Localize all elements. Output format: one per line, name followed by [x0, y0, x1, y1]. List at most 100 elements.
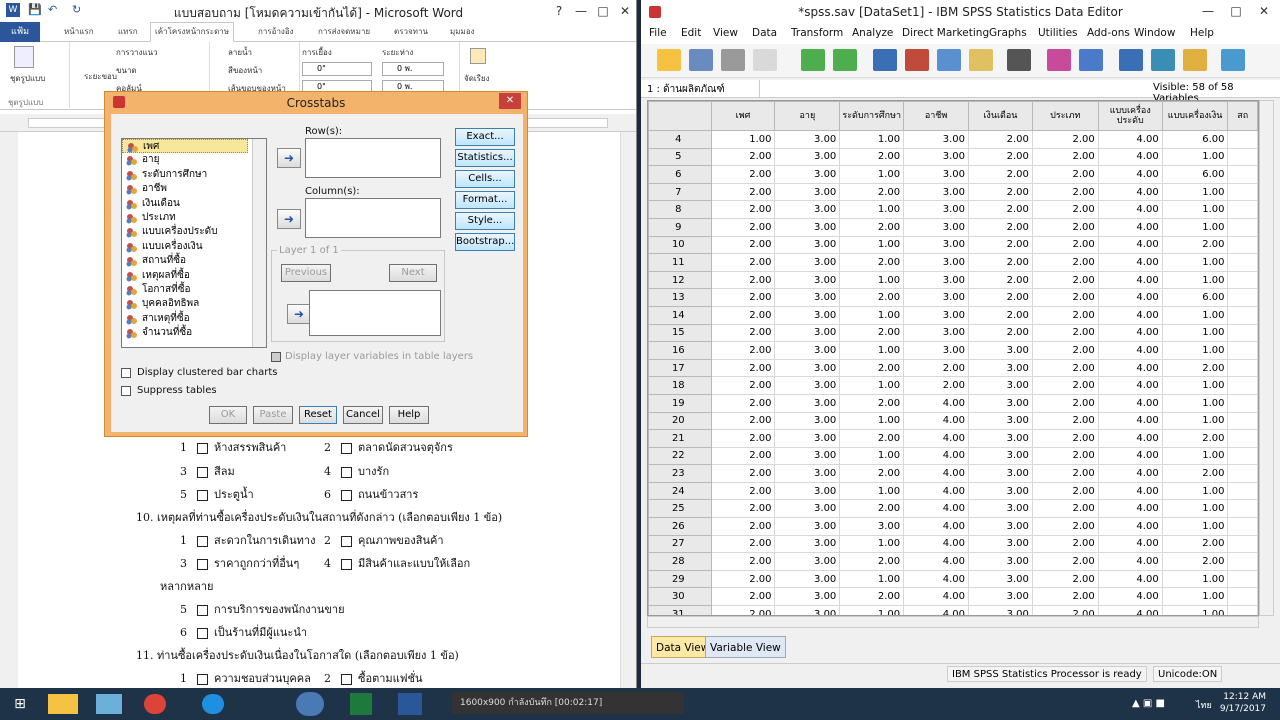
- row-number[interactable]: 5: [648, 147, 712, 167]
- data-cell[interactable]: 4.00: [1097, 288, 1163, 307]
- data-cell[interactable]: [1227, 305, 1258, 325]
- data-cell[interactable]: 3.00: [967, 341, 1033, 360]
- data-cell[interactable]: 4.00: [1097, 270, 1163, 290]
- row-number[interactable]: 11: [648, 253, 712, 272]
- data-cell[interactable]: 2.00: [1031, 411, 1099, 431]
- data-cell[interactable]: 1.00: [1161, 341, 1229, 360]
- data-cell[interactable]: 1.00: [839, 235, 905, 255]
- data-cell[interactable]: 2.00: [839, 288, 905, 307]
- data-cell[interactable]: 4.00: [1097, 323, 1163, 343]
- data-cell[interactable]: 1.00: [1161, 200, 1229, 219]
- data-cell[interactable]: [1227, 393, 1258, 413]
- data-cell[interactable]: 2.00: [967, 217, 1033, 237]
- columns-box[interactable]: [305, 198, 441, 238]
- open-icon[interactable]: [657, 49, 681, 71]
- data-cell[interactable]: 2.00: [1031, 323, 1099, 343]
- data-cell[interactable]: 2.00: [839, 358, 905, 378]
- data-cell[interactable]: 2.00: [710, 200, 776, 219]
- data-cell[interactable]: 3.00: [967, 446, 1033, 466]
- data-cell[interactable]: 2.00: [710, 253, 776, 272]
- data-cell[interactable]: 3.00: [774, 165, 841, 184]
- paste-button[interactable]: Paste: [253, 406, 293, 424]
- data-cell[interactable]: [1227, 605, 1258, 615]
- data-cell[interactable]: 2.00: [1031, 270, 1099, 290]
- variable-list-scrollbar[interactable]: [252, 139, 266, 347]
- data-cell[interactable]: 3.00: [774, 393, 841, 413]
- data-cell[interactable]: 2.00: [967, 147, 1033, 167]
- data-cell[interactable]: 3.00: [774, 305, 841, 325]
- table-row[interactable]: 19 2.00 3.00 2.00 4.00 3.00 2.00 4.00 1.00: [648, 393, 1258, 413]
- menu-window[interactable]: Window: [1134, 27, 1175, 39]
- data-grid[interactable]: เพศ อายุ ระดับการศึกษา อาชีพ เงินเดือน ประเภท…: [647, 100, 1259, 616]
- data-cell[interactable]: 3.00: [903, 235, 969, 255]
- data-cell[interactable]: 4.00: [1097, 253, 1163, 272]
- data-cell[interactable]: 4.00: [1097, 411, 1163, 431]
- data-cell[interactable]: 2.00: [839, 464, 905, 483]
- data-cell[interactable]: 4.00: [903, 446, 969, 466]
- file-explorer-icon[interactable]: [48, 694, 78, 714]
- data-cell[interactable]: 2.00: [710, 341, 776, 360]
- data-cell[interactable]: 2.00: [839, 253, 905, 272]
- data-cell[interactable]: 2.00: [1161, 534, 1229, 554]
- checkbox[interactable]: [341, 673, 352, 685]
- data-cell[interactable]: 2.00: [1161, 464, 1229, 483]
- column-header[interactable]: แบบเครื่องประดับ: [1097, 101, 1163, 131]
- data-cell[interactable]: [1227, 429, 1258, 448]
- data-cell[interactable]: 4.00: [1097, 376, 1163, 395]
- data-cell[interactable]: 3.00: [903, 305, 969, 325]
- data-cell[interactable]: [1227, 147, 1258, 167]
- checkbox[interactable]: [197, 673, 208, 685]
- row-number[interactable]: 22: [648, 446, 712, 466]
- data-cell[interactable]: 3.00: [967, 358, 1033, 378]
- split-file-icon[interactable]: [1119, 49, 1143, 71]
- data-cell[interactable]: 2.00: [839, 587, 905, 607]
- data-cell[interactable]: 2.00: [710, 376, 776, 395]
- checkbox[interactable]: [197, 535, 208, 547]
- data-cell[interactable]: [1227, 534, 1258, 554]
- data-cell[interactable]: 2.00: [710, 552, 776, 571]
- data-cell[interactable]: 2.00: [1161, 235, 1229, 255]
- clock[interactable]: 12:12 AM 9/17/2017: [1220, 691, 1266, 715]
- grid-horizontal-scrollbar[interactable]: [647, 616, 1259, 628]
- row-number[interactable]: 25: [648, 499, 712, 519]
- data-cell[interactable]: 3.00: [967, 517, 1033, 536]
- spss-taskbar-icon[interactable]: [296, 692, 324, 716]
- data-cell[interactable]: 3.00: [903, 165, 969, 184]
- data-cell[interactable]: 3.00: [774, 235, 841, 255]
- data-cell[interactable]: 1.00: [839, 200, 905, 219]
- data-cell[interactable]: 2.00: [710, 305, 776, 325]
- data-cell[interactable]: 3.00: [903, 182, 969, 202]
- data-cell[interactable]: 2.00: [710, 534, 776, 554]
- data-cell[interactable]: [1227, 235, 1258, 255]
- data-cell[interactable]: 1.00: [1161, 270, 1229, 290]
- column-header[interactable]: ประเภท: [1031, 101, 1099, 131]
- page-color-button[interactable]: สีของหน้า: [228, 64, 262, 77]
- data-cell[interactable]: 3.00: [774, 323, 841, 343]
- data-cell[interactable]: 3.00: [967, 464, 1033, 483]
- data-cell[interactable]: 2.00: [967, 288, 1033, 307]
- data-cell[interactable]: 2.00: [1031, 464, 1099, 483]
- checkbox[interactable]: [197, 466, 208, 478]
- data-cell[interactable]: 4.00: [1097, 605, 1163, 615]
- row-number[interactable]: 9: [648, 217, 712, 237]
- menu-direct-marketing[interactable]: Direct Marketing: [902, 27, 989, 39]
- column-header[interactable]: เงินเดือน: [967, 101, 1033, 131]
- insert-cases-icon[interactable]: [1047, 49, 1071, 71]
- data-cell[interactable]: 3.00: [967, 429, 1033, 448]
- data-cell[interactable]: 4.00: [1097, 481, 1163, 501]
- goto-case-icon[interactable]: [873, 49, 897, 71]
- layer-box[interactable]: [309, 290, 441, 336]
- internet-explorer-icon[interactable]: [202, 694, 224, 714]
- data-cell[interactable]: 3.00: [967, 481, 1033, 501]
- variable-list-item[interactable]: แบบเครื่องเงิน: [122, 240, 266, 254]
- data-cell[interactable]: 4.00: [903, 393, 969, 413]
- row-number[interactable]: 18: [648, 376, 712, 395]
- row-number[interactable]: 15: [648, 323, 712, 343]
- table-row[interactable]: 11 2.00 3.00 2.00 3.00 2.00 2.00 4.00 1.00: [648, 253, 1258, 272]
- ok-button[interactable]: OK: [209, 406, 247, 424]
- table-row[interactable]: 13 2.00 3.00 2.00 3.00 2.00 2.00 4.00 6.00: [648, 288, 1258, 307]
- checkbox[interactable]: [197, 627, 208, 639]
- table-row[interactable]: 30 2.00 3.00 2.00 4.00 3.00 2.00 4.00 1.00: [648, 587, 1258, 607]
- arrange-icon[interactable]: [470, 48, 486, 64]
- data-cell[interactable]: 3.00: [903, 288, 969, 307]
